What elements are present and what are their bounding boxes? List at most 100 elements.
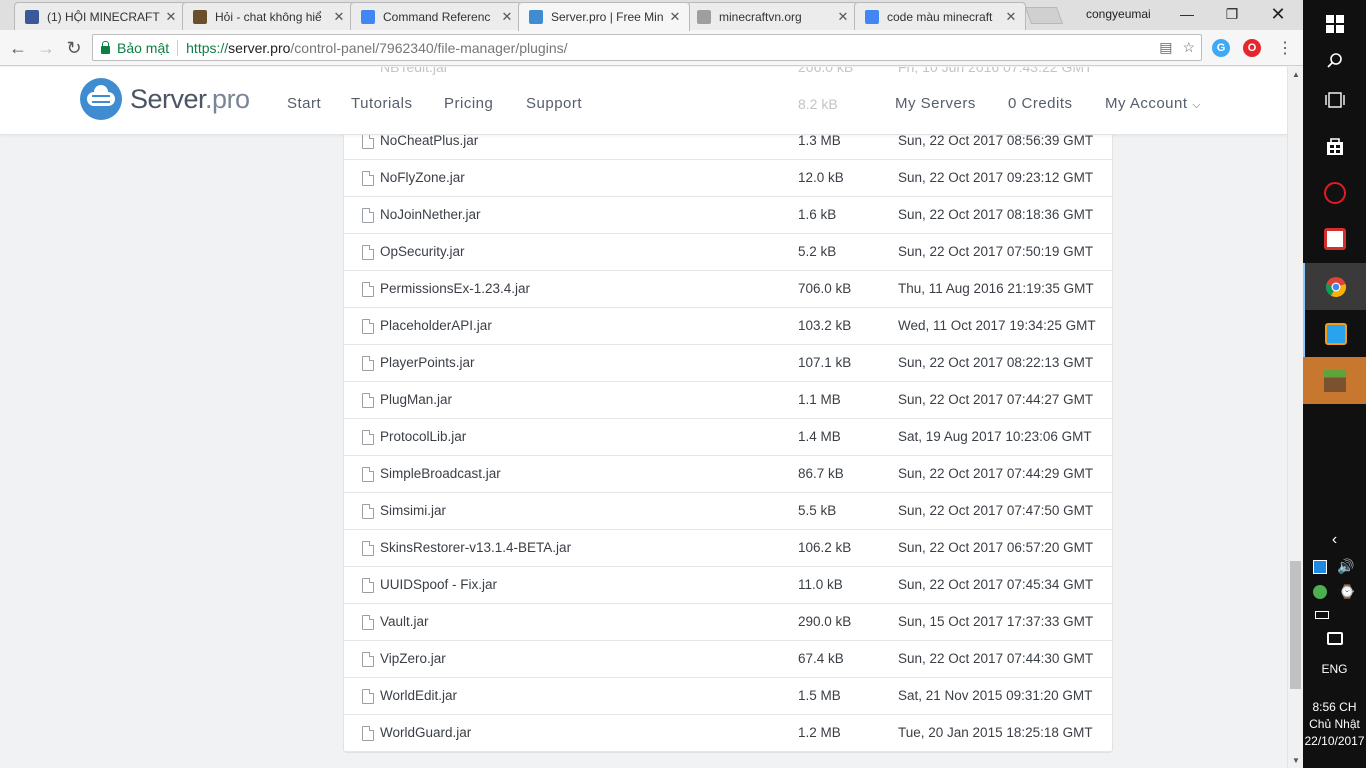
nav-my-account[interactable]: My Account ⌵ (1105, 95, 1201, 112)
file-name[interactable]: Simsimi.jar (380, 503, 446, 518)
task-view-icon[interactable] (1303, 76, 1366, 123)
scroll-up-icon[interactable]: ▲ (1292, 70, 1300, 79)
file-name[interactable]: WorldGuard.jar (380, 725, 471, 740)
media-player-icon[interactable] (1303, 310, 1366, 357)
file-name[interactable]: SkinsRestorer-v13.1.4-BETA.jar (380, 540, 571, 555)
file-row[interactable]: PermissionsEx-1.23.4.jar 706.0 kB Thu, 11 … (344, 271, 1112, 308)
clock-time[interactable]: 8:56 CH (1303, 699, 1366, 715)
app-tray-icon[interactable] (1313, 560, 1327, 574)
nav-start[interactable]: Start (287, 95, 321, 112)
action-center-icon[interactable] (1327, 632, 1343, 645)
browser-tab[interactable]: minecraftvn.org ✕ (686, 2, 858, 30)
file-row[interactable]: Simsimi.jar 5.5 kB Sun, 22 Oct 2017 07:47:… (344, 493, 1112, 530)
file-row[interactable]: ProtocolLib.jar 1.4 MB Sat, 19 Aug 2017 10… (344, 419, 1112, 456)
reload-icon[interactable]: ↻ (62, 36, 86, 60)
file-name[interactable]: PlaceholderAPI.jar (380, 318, 492, 333)
close-window-icon[interactable]: ✕ (1255, 0, 1301, 28)
show-hidden-icons-chevron[interactable]: ‹ (1303, 520, 1366, 560)
file-row[interactable]: UUIDSpoof - Fix.jar 11.0 kB Sun, 22 Oct 20… (344, 567, 1112, 604)
opera-extension-icon[interactable]: O (1243, 39, 1261, 57)
file-name[interactable]: PermissionsEx-1.23.4.jar (380, 281, 530, 296)
browser-tab[interactable]: code màu minecraft ✕ (854, 2, 1026, 30)
browser-tab[interactable]: Hỏi - chat không hiể ✕ (182, 2, 354, 30)
network-app-icon[interactable] (1313, 585, 1327, 599)
file-size: 1.3 MB (798, 133, 841, 148)
chrome-icon[interactable] (1303, 263, 1366, 310)
file-name[interactable]: Vault.jar (380, 614, 429, 629)
file-name[interactable]: PlugMan.jar (380, 392, 452, 407)
file-name[interactable]: SimpleBroadcast.jar (380, 466, 501, 481)
file-name[interactable]: UUIDSpoof - Fix.jar (380, 577, 497, 592)
garena-icon[interactable] (1303, 169, 1366, 216)
bookmark-star-icon[interactable]: ☆ (1182, 39, 1195, 56)
file-row[interactable]: PlayerPoints.jar 107.1 kB Sun, 22 Oct 2017… (344, 345, 1112, 382)
browser-tab[interactable]: Server.pro | Free Min ✕ (518, 2, 690, 31)
file-modified-date: Tue, 20 Jan 2015 18:25:18 GMT (898, 725, 1093, 740)
file-row[interactable]: PlaceholderAPI.jar 103.2 kB Wed, 11 Oct 20… (344, 308, 1112, 345)
file-row[interactable]: OpSecurity.jar 5.2 kB Sun, 22 Oct 2017 07:… (344, 234, 1112, 271)
address-bar[interactable]: Bảo mật https://server.pro/control-panel… (92, 34, 1202, 61)
file-row[interactable]: Vault.jar 290.0 kB Sun, 15 Oct 2017 17:37:… (344, 604, 1112, 641)
nav-support[interactable]: Support (526, 95, 582, 112)
file-size: 1.5 MB (798, 688, 841, 703)
profile-name[interactable]: congyeumai (1086, 7, 1151, 21)
close-tab-icon[interactable]: ✕ (835, 9, 851, 25)
battery-icon[interactable] (1315, 611, 1329, 619)
file-row[interactable]: WorldGuard.jar 1.2 MB Tue, 20 Jan 2015 18:… (344, 715, 1112, 752)
grammarly-extension-icon[interactable]: G (1212, 39, 1230, 57)
file-size: 11.0 kB (798, 577, 843, 592)
unikey-icon[interactable] (1303, 215, 1366, 262)
minimize-icon[interactable]: — (1164, 0, 1210, 28)
page-scrollbar[interactable]: ▲ ▼ (1287, 67, 1303, 768)
new-tab-button[interactable] (1024, 7, 1064, 24)
file-name[interactable]: ProtocolLib.jar (380, 429, 466, 444)
scrollbar-thumb[interactable] (1290, 561, 1301, 689)
file-row[interactable]: SkinsRestorer-v13.1.4-BETA.jar 106.2 kB Su… (344, 530, 1112, 567)
ghost-file-name: NBTedit.jar (380, 67, 449, 75)
forward-icon[interactable]: → (34, 36, 58, 60)
file-row[interactable]: WorldEdit.jar 1.5 MB Sat, 21 Nov 2015 09:3… (344, 678, 1112, 715)
back-icon[interactable]: ← (6, 36, 30, 60)
windows-taskbar: ‹ 🔊 ⌚ ENG 8:56 CH Chủ Nhật 22/10/2017 (1303, 0, 1366, 768)
file-row[interactable]: NoJoinNether.jar 1.6 kB Sun, 22 Oct 2017 0… (344, 197, 1112, 234)
file-name[interactable]: NoJoinNether.jar (380, 207, 481, 222)
file-name[interactable]: OpSecurity.jar (380, 244, 465, 259)
file-row[interactable]: NoFlyZone.jar 12.0 kB Sun, 22 Oct 2017 09:… (344, 160, 1112, 197)
serverpro-logo[interactable]: Server.pro (80, 78, 250, 120)
close-tab-icon[interactable]: ✕ (1003, 9, 1019, 25)
scroll-down-icon[interactable]: ▼ (1292, 756, 1300, 765)
chrome-menu-icon[interactable]: ⋮ (1273, 36, 1297, 60)
file-row[interactable]: PlugMan.jar 1.1 MB Sun, 22 Oct 2017 07:44:… (344, 382, 1112, 419)
file-modified-date: Sun, 22 Oct 2017 07:44:29 GMT (898, 466, 1094, 481)
volume-icon[interactable]: 🔊 (1337, 558, 1354, 575)
nav-credits[interactable]: 0 Credits (1008, 95, 1073, 112)
file-size: 5.2 kB (798, 244, 837, 259)
close-tab-icon[interactable]: ✕ (331, 9, 347, 25)
store-icon[interactable] (1303, 122, 1366, 169)
file-size: 1.2 MB (798, 725, 841, 740)
file-name[interactable]: NoCheatPlus.jar (380, 133, 478, 148)
file-size: 12.0 kB (798, 170, 844, 185)
wifi-icon[interactable]: ⌚ (1339, 584, 1355, 600)
clock-day[interactable]: Chủ Nhật (1303, 716, 1366, 732)
close-tab-icon[interactable]: ✕ (163, 9, 179, 25)
close-tab-icon[interactable]: ✕ (667, 9, 683, 25)
file-name[interactable]: NoFlyZone.jar (380, 170, 465, 185)
browser-tab[interactable]: Command Referenc ✕ (350, 2, 522, 30)
nav-pricing[interactable]: Pricing (444, 95, 493, 112)
clock-date[interactable]: 22/10/2017 (1303, 733, 1366, 749)
nav-tutorials[interactable]: Tutorials (351, 95, 412, 112)
close-tab-icon[interactable]: ✕ (499, 9, 515, 25)
browser-tab[interactable]: (1) HỘI MINECRAFT ✕ (14, 2, 186, 30)
language-indicator[interactable]: ENG (1303, 661, 1366, 677)
translate-icon[interactable]: ▤ (1159, 39, 1172, 56)
minecraft-icon[interactable] (1303, 357, 1366, 404)
file-modified-date: Sun, 22 Oct 2017 08:22:13 GMT (898, 355, 1094, 370)
file-row[interactable]: SimpleBroadcast.jar 86.7 kB Sun, 22 Oct 20… (344, 456, 1112, 493)
file-row[interactable]: VipZero.jar 67.4 kB Sun, 22 Oct 2017 07:44… (344, 641, 1112, 678)
nav-my-servers[interactable]: My Servers (895, 95, 976, 112)
restore-icon[interactable]: ❐ (1209, 0, 1255, 28)
file-name[interactable]: WorldEdit.jar (380, 688, 457, 703)
file-name[interactable]: VipZero.jar (380, 651, 446, 666)
file-name[interactable]: PlayerPoints.jar (380, 355, 475, 370)
